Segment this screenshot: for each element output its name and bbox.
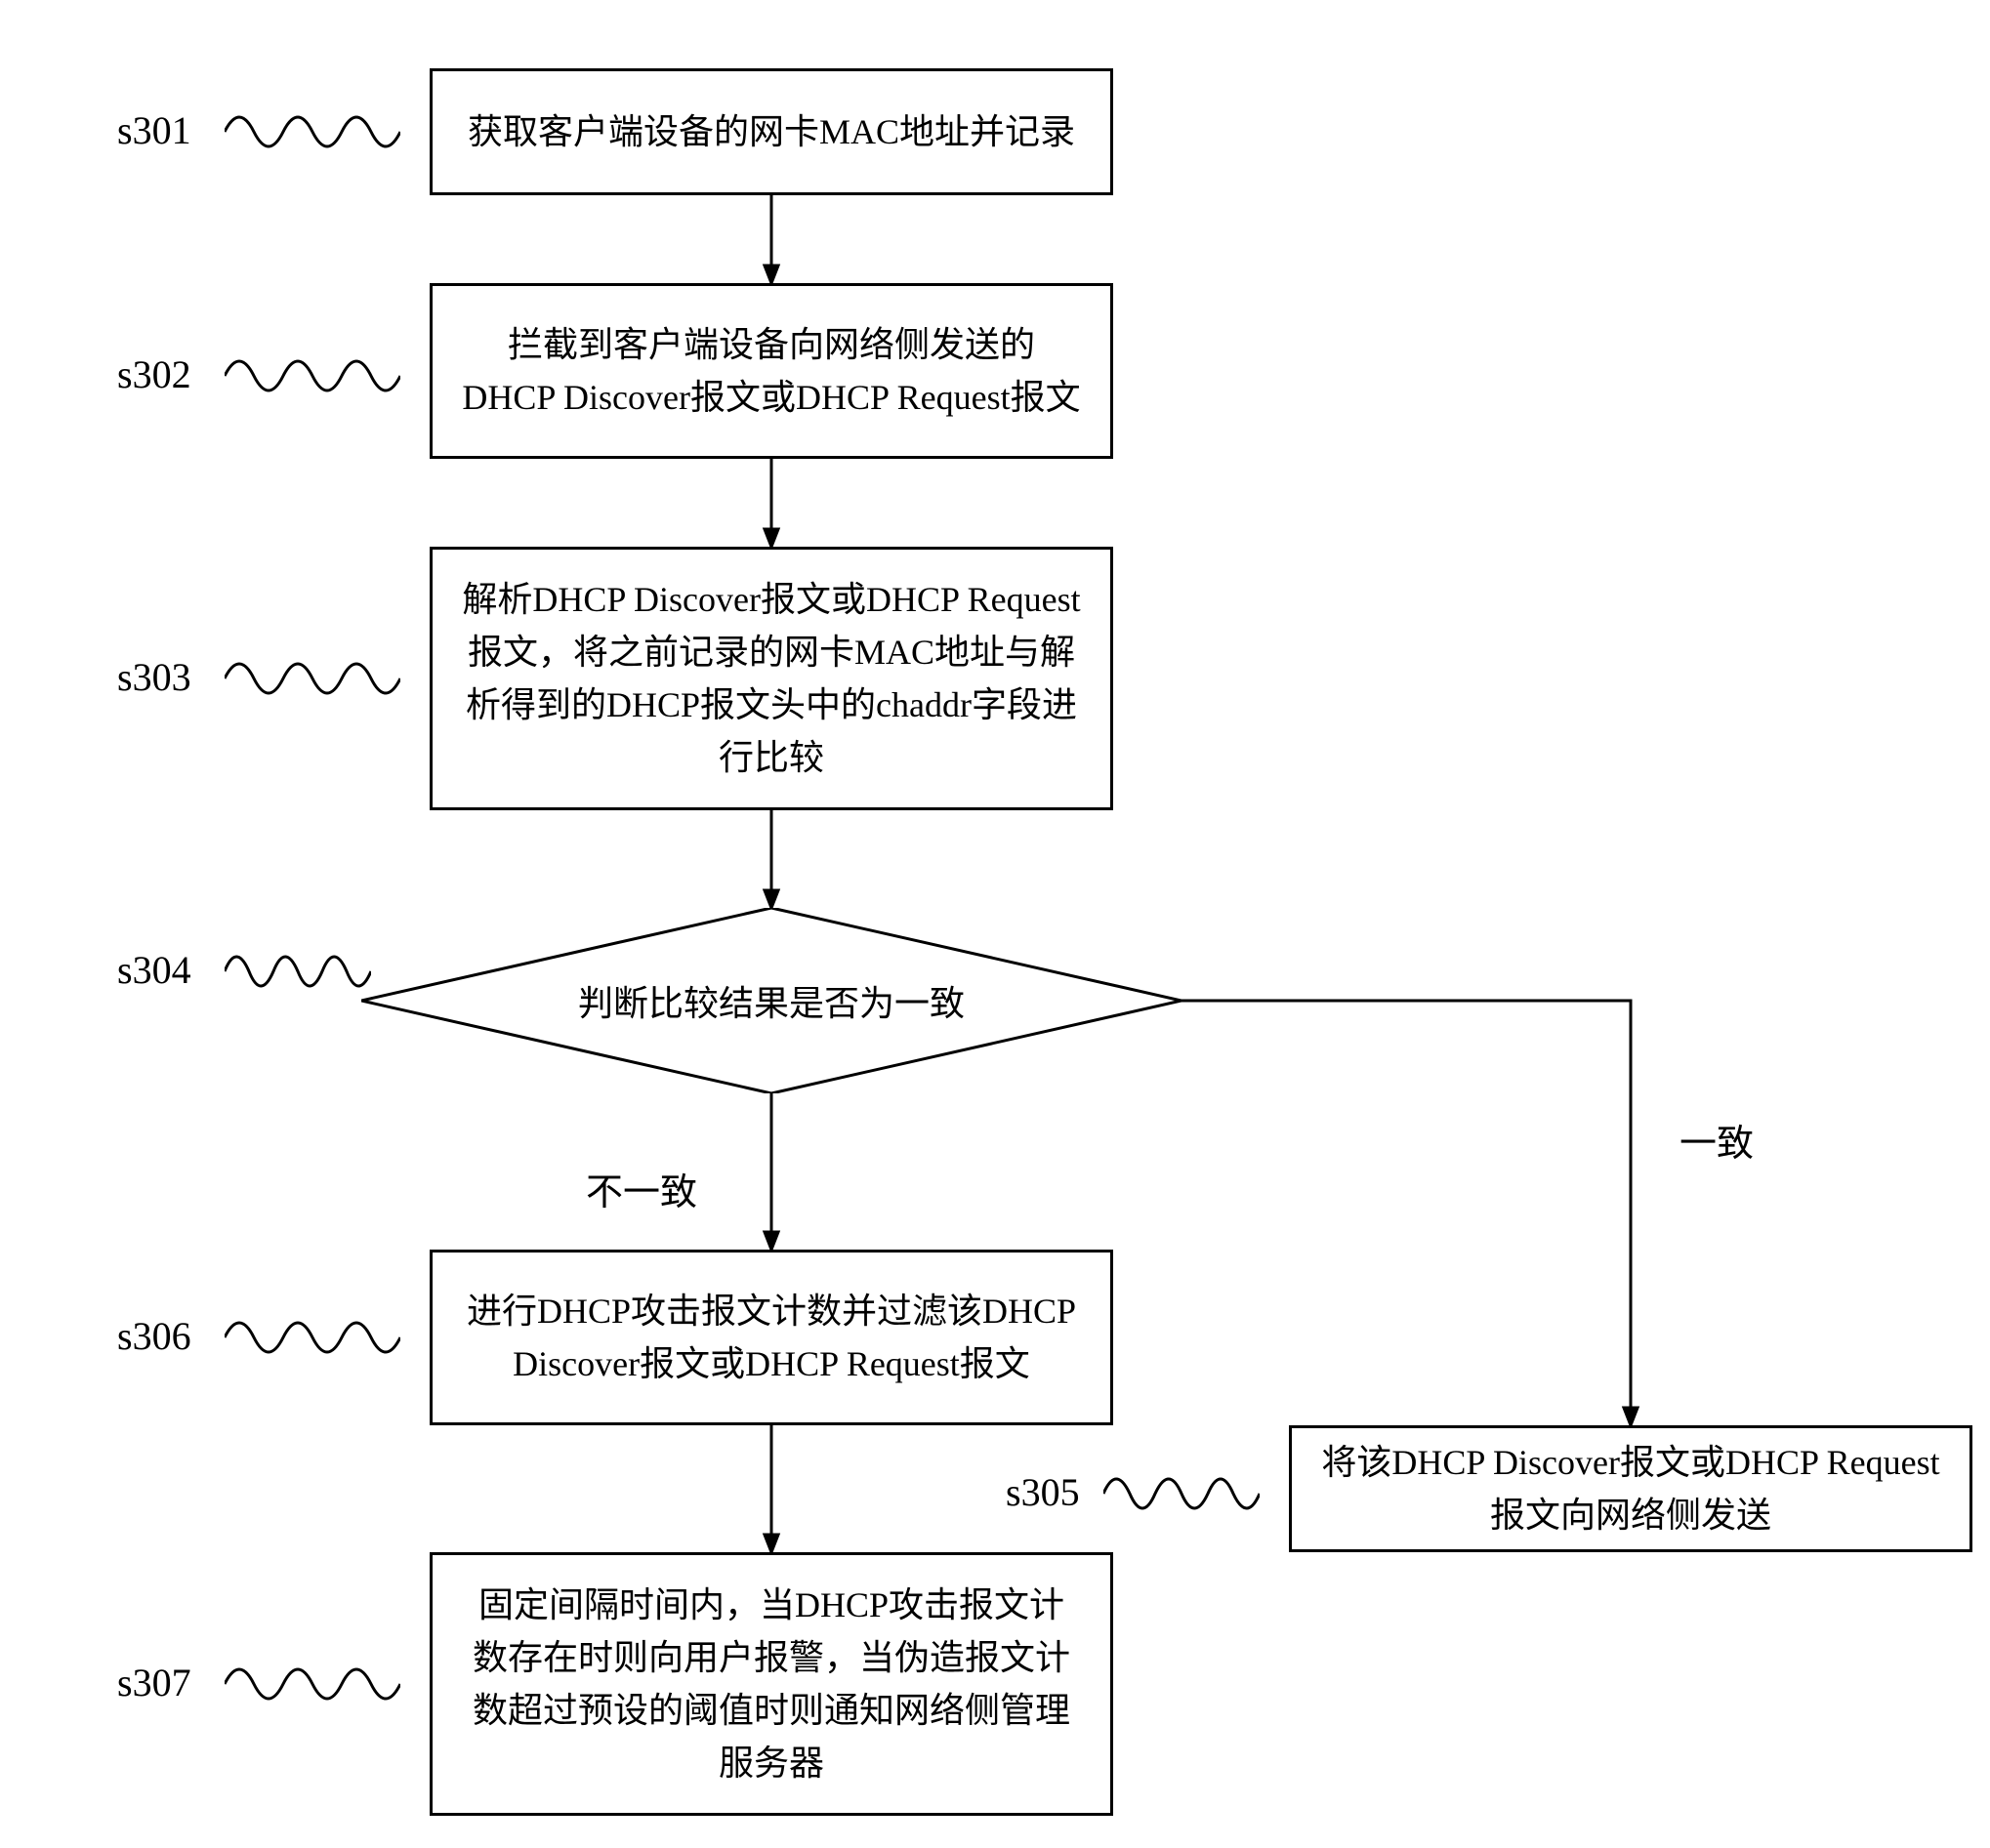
step-s307-text: 固定间隔时间内，当DHCP攻击报文计数存在时则向用户报警，当伪造报文计数超过预设… <box>462 1579 1081 1789</box>
step-s301-text: 获取客户端设备的网卡MAC地址并记录 <box>468 105 1075 158</box>
label-s307: s307 <box>117 1660 191 1705</box>
branch-yes: 一致 <box>1679 1113 1754 1167</box>
connector-s306 <box>225 1303 400 1372</box>
label-s304: s304 <box>117 947 191 993</box>
arrow-s304-yes <box>1182 991 1640 1425</box>
arrow-s304-no <box>762 1093 781 1250</box>
step-s306-text: 进行DHCP攻击报文计数并过滤该DHCP Discover报文或DHCP Req… <box>462 1285 1081 1390</box>
label-s306: s306 <box>117 1313 191 1359</box>
step-s307: 固定间隔时间内，当DHCP攻击报文计数存在时则向用户报警，当伪造报文计数超过预设… <box>430 1552 1113 1816</box>
connector-s303 <box>225 644 400 713</box>
connector-s305 <box>1103 1459 1260 1528</box>
step-s303-text: 解析DHCP Discover报文或DHCP Request报文，将之前记录的网… <box>462 573 1081 784</box>
step-s302-text: 拦截到客户端设备向网络侧发送的DHCP Discover报文或DHCP Requ… <box>462 318 1081 424</box>
arrow-s301-s302 <box>762 195 781 283</box>
arrow-s302-s303 <box>762 459 781 547</box>
flowchart: 获取客户端设备的网卡MAC地址并记录 s301 拦截到客户端设备向网络侧发送的D… <box>39 39 1951 1809</box>
label-s305: s305 <box>1006 1469 1080 1515</box>
branch-no: 不一致 <box>586 1162 697 1215</box>
label-s302: s302 <box>117 351 191 397</box>
label-s303: s303 <box>117 654 191 700</box>
connector-s301 <box>225 98 400 166</box>
step-s305-text: 将该DHCP Discover报文或DHCP Request报文向网络侧发送 <box>1321 1436 1940 1541</box>
connector-s302 <box>225 342 400 410</box>
connector-s304 <box>225 937 371 1006</box>
decision-s304: 判断比较结果是否为一致 <box>361 908 1182 1093</box>
step-s301: 获取客户端设备的网卡MAC地址并记录 <box>430 68 1113 195</box>
connector-s307 <box>225 1650 400 1718</box>
step-s303: 解析DHCP Discover报文或DHCP Request报文，将之前记录的网… <box>430 547 1113 810</box>
arrow-s303-s304 <box>762 810 781 908</box>
decision-s304-text: 判断比较结果是否为一致 <box>578 975 965 1026</box>
step-s302: 拦截到客户端设备向网络侧发送的DHCP Discover报文或DHCP Requ… <box>430 283 1113 459</box>
step-s305: 将该DHCP Discover报文或DHCP Request报文向网络侧发送 <box>1289 1425 1972 1552</box>
label-s301: s301 <box>117 107 191 153</box>
arrow-s306-s307 <box>762 1425 781 1552</box>
step-s306: 进行DHCP攻击报文计数并过滤该DHCP Discover报文或DHCP Req… <box>430 1250 1113 1425</box>
